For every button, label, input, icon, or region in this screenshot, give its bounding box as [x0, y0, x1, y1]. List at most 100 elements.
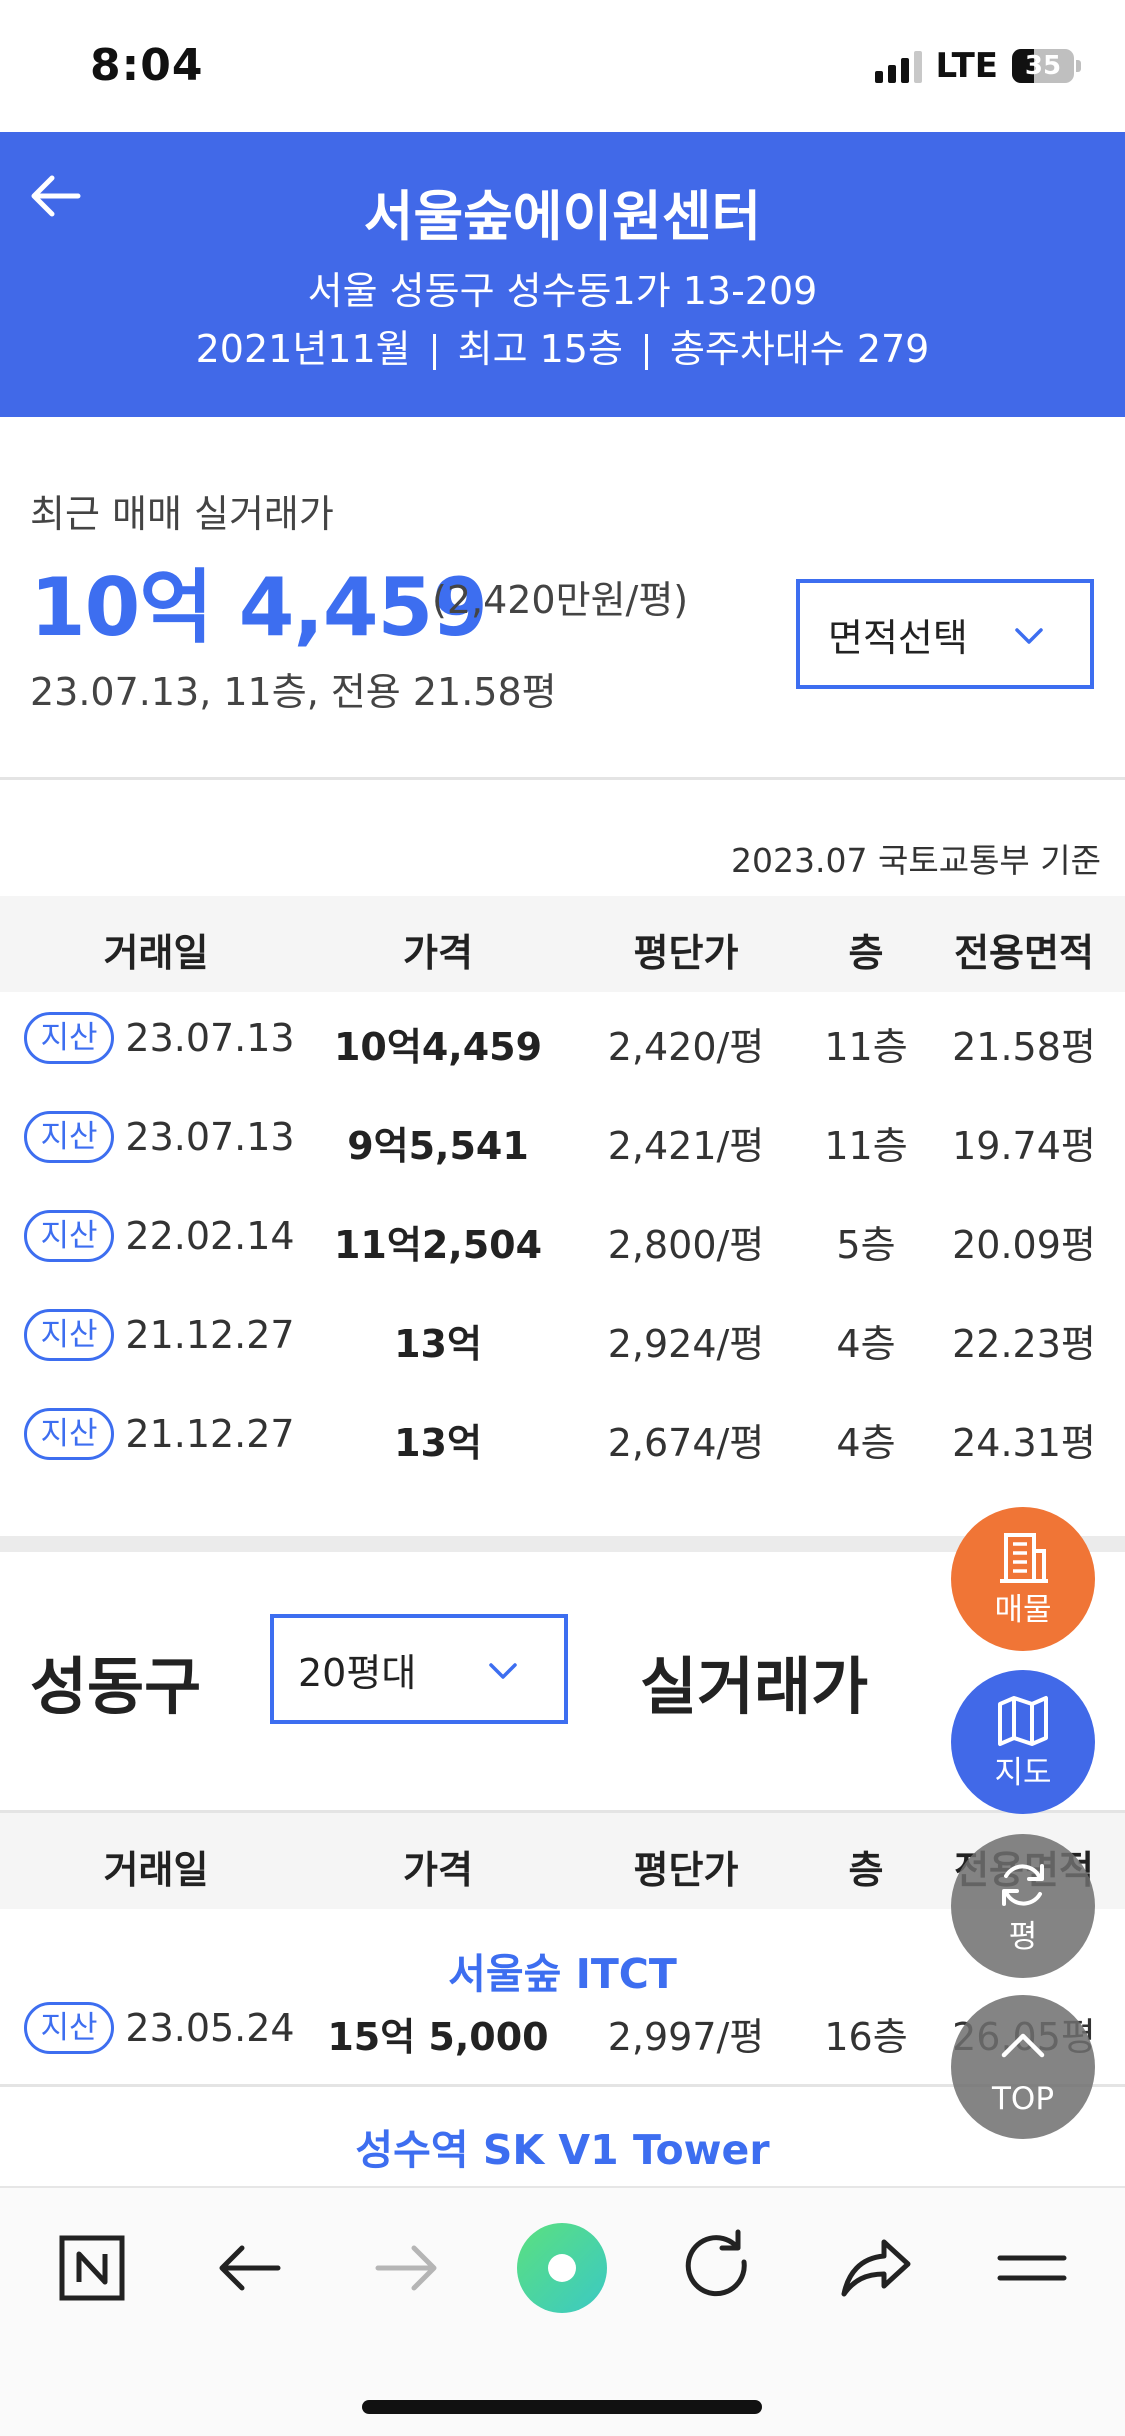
section-divider — [0, 777, 1125, 780]
browser-forward-button[interactable] — [356, 2218, 456, 2318]
transaction-floor: 11층 — [824, 1025, 908, 1069]
building-meta: 2021년11월 최고 15층 총주차대수 279 — [0, 318, 1125, 373]
column-header-floor: 층 — [848, 1848, 884, 1892]
column-header-price: 가격 — [403, 931, 473, 975]
menu-icon — [997, 2255, 1067, 2281]
transaction-unit-price: 2,421/평 — [607, 1124, 765, 1168]
green-dot-icon — [517, 2223, 607, 2313]
recent-price-detail: 23.07.13, 11층, 전용 21.58평 — [30, 670, 557, 714]
transaction-unit-price: 2,800/평 — [607, 1223, 765, 1267]
battery-icon: 35 — [1012, 49, 1081, 83]
status-indicators: LTE 35 — [874, 46, 1081, 86]
building-address: 서울 성동구 성수동1가 13-209 — [307, 269, 818, 313]
transaction-date: 23.05.24 — [125, 2006, 295, 2050]
transaction-price: 10억4,459 — [333, 1025, 543, 1069]
building-header: 서울숲에이원센터 서울 성동구 성수동1가 13-209 2021년11월 최고 … — [0, 132, 1125, 417]
transaction-area: 19.74평 — [952, 1124, 1096, 1168]
transaction-area: 22.23평 — [952, 1322, 1096, 1366]
browser-toolbar — [0, 2186, 1125, 2436]
table-row[interactable]: 지산 22.02.14 11억2,504 2,800/평 5층 20.09평 — [0, 1190, 1125, 1288]
chevron-down-icon — [1015, 628, 1043, 644]
map-icon — [998, 1696, 1048, 1746]
recent-price-label: 최근 매매 실거래가 — [30, 492, 334, 536]
listing-fab-label: 매물 — [994, 1592, 1052, 1628]
transaction-price: 11억2,504 — [333, 1223, 543, 1267]
property-type-badge: 지산 — [24, 1012, 114, 1064]
meta-divider — [644, 333, 648, 370]
complex-name-link[interactable]: 성수역 SK V1 Tower — [0, 2116, 1125, 2176]
table-row[interactable]: 지산 23.07.13 9억5,541 2,421/평 11층 19.74평 — [0, 1091, 1125, 1189]
building-icon — [1000, 1533, 1048, 1583]
recent-price-value: 10억 4,459 — [30, 561, 488, 654]
data-basis: 2023.07 국토교통부 기준 — [731, 841, 1101, 880]
listing-fab[interactable]: 매물 — [951, 1507, 1095, 1651]
transaction-unit-price: 2,924/평 — [607, 1322, 765, 1366]
map-fab[interactable]: 지도 — [951, 1670, 1095, 1814]
scroll-top-fab[interactable]: TOP — [951, 1995, 1095, 2139]
share-button[interactable] — [826, 2218, 926, 2318]
table-row[interactable]: 지산 21.12.27 13억 2,924/평 4층 22.23평 — [0, 1289, 1125, 1387]
transaction-date: 23.07.13 — [125, 1115, 295, 1159]
unit-toggle-fab[interactable]: 평 — [951, 1834, 1095, 1978]
chevron-down-icon — [489, 1663, 517, 1679]
back-arrow-icon — [219, 2245, 281, 2291]
unit-toggle-label: 평 — [1008, 1919, 1038, 1955]
transaction-unit-price: 2,997/평 — [607, 2015, 765, 2059]
transaction-floor: 5층 — [836, 1223, 896, 1267]
recent-unit-price: (2,420만원/평) — [432, 578, 689, 622]
max-floor: 최고 15층 — [457, 327, 623, 371]
transaction-area: 21.58평 — [952, 1025, 1096, 1069]
table-row[interactable]: 지산 23.07.13 10억4,459 2,420/평 11층 21.58평 — [0, 992, 1125, 1090]
reload-button[interactable] — [668, 2218, 768, 2318]
home-indicator[interactable] — [362, 2400, 762, 2414]
column-header-price: 가격 — [403, 1848, 473, 1892]
transaction-price: 13억 — [394, 1421, 482, 1465]
column-header-area: 전용면적 — [954, 931, 1094, 975]
browser-back-button[interactable] — [200, 2218, 300, 2318]
transaction-floor: 4층 — [836, 1421, 896, 1465]
transaction-price: 15억 5,000 — [327, 2015, 549, 2059]
region-name: 성동구 — [30, 1650, 202, 1723]
area-select-dropdown[interactable]: 면적선택 — [796, 579, 1094, 689]
property-type-badge: 지산 — [24, 1309, 114, 1361]
map-fab-label: 지도 — [994, 1755, 1052, 1791]
transaction-price: 9억5,541 — [347, 1124, 529, 1168]
property-type-badge: 지산 — [24, 1408, 114, 1460]
forward-arrow-icon — [375, 2245, 437, 2291]
transaction-floor: 16층 — [824, 2015, 908, 2059]
scroll-top-label: TOP — [991, 2081, 1055, 2117]
chevron-up-icon — [1001, 2033, 1045, 2058]
network-label: LTE — [935, 46, 998, 86]
share-icon — [841, 2239, 911, 2297]
naver-home-button[interactable] — [42, 2218, 142, 2318]
transaction-date: 23.07.13 — [125, 1016, 295, 1060]
area-range-dropdown[interactable]: 20평대 — [270, 1614, 568, 1724]
area-select-label: 면적선택 — [828, 615, 968, 660]
transaction-price: 13억 — [394, 1322, 482, 1366]
transaction-unit-price: 2,420/평 — [607, 1025, 765, 1069]
transaction-unit-price: 2,674/평 — [607, 1421, 765, 1465]
battery-level: 35 — [1024, 51, 1062, 81]
column-header-date: 거래일 — [103, 1848, 209, 1892]
column-header-date: 거래일 — [103, 931, 209, 975]
property-type-badge: 지산 — [24, 1210, 114, 1262]
recent-price-section: 최근 매매 실거래가 10억 4,459 (2,420만원/평) 23.07.1… — [0, 417, 1125, 777]
transaction-date: 22.02.14 — [125, 1214, 295, 1258]
area-range-label: 20평대 — [298, 1650, 417, 1695]
property-type-badge: 지산 — [24, 2002, 114, 2054]
signal-icon — [874, 49, 922, 83]
property-type-badge: 지산 — [24, 1111, 114, 1163]
column-header-unit-price: 평단가 — [633, 931, 739, 975]
column-header-unit-price: 평단가 — [633, 1848, 739, 1892]
parking-count: 총주차대수 279 — [669, 327, 930, 371]
transaction-floor: 4층 — [836, 1322, 896, 1366]
menu-button[interactable] — [982, 2218, 1082, 2318]
table-row[interactable]: 지산 21.12.27 13억 2,674/평 4층 24.31평 — [0, 1388, 1125, 1486]
status-bar: 8:04 LTE 35 — [0, 0, 1125, 132]
meta-divider — [432, 333, 436, 370]
transaction-area: 24.31평 — [952, 1421, 1096, 1465]
transaction-date: 21.12.27 — [125, 1313, 295, 1357]
green-dot-button[interactable] — [512, 2218, 612, 2318]
completion-date: 2021년11월 — [195, 327, 411, 371]
page-title: 서울숲에이원센터 — [363, 185, 762, 248]
